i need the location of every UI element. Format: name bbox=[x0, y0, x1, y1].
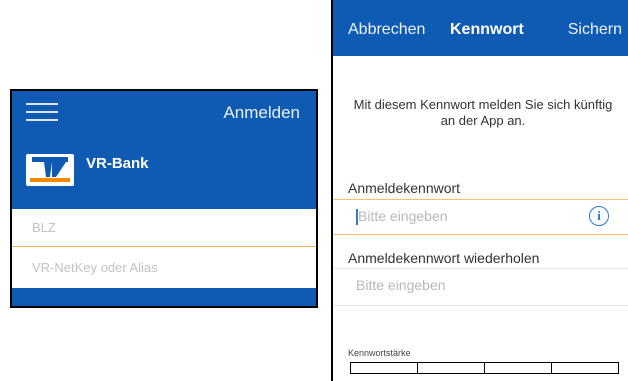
strength-segment bbox=[485, 363, 552, 373]
strength-segment bbox=[418, 363, 485, 373]
password-repeat-input[interactable] bbox=[356, 277, 566, 293]
login-screen: Anmelden VR-Bank BLZ VR-NetKey oder Alia… bbox=[10, 89, 318, 308]
password-field[interactable]: i bbox=[333, 199, 628, 235]
password-strength-label: Kennwortstärke bbox=[348, 348, 411, 358]
login-footer-bar bbox=[12, 288, 316, 306]
login-header: Anmelden VR-Bank bbox=[12, 91, 316, 209]
password-repeat-label: Anmeldekennwort wiederholen bbox=[348, 250, 540, 266]
intro-text: Mit diesem Kennwort melden Sie sich künf… bbox=[353, 97, 613, 128]
password-strength-meter bbox=[350, 362, 619, 374]
cancel-button[interactable]: Abbrechen bbox=[348, 21, 425, 39]
bank-name: VR-Bank bbox=[86, 155, 149, 172]
vr-bank-logo bbox=[26, 154, 74, 186]
page-title: Kennwort bbox=[450, 21, 524, 38]
blz-input[interactable]: BLZ bbox=[12, 209, 316, 247]
password-label: Anmeldekennwort bbox=[348, 180, 461, 196]
strength-segment bbox=[351, 363, 418, 373]
save-button[interactable]: Sichern bbox=[568, 21, 622, 39]
password-repeat-field[interactable] bbox=[333, 268, 628, 306]
info-icon[interactable]: i bbox=[589, 206, 609, 226]
password-header: Abbrechen Kennwort Sichern bbox=[333, 0, 628, 56]
netkey-input[interactable]: VR-NetKey oder Alias bbox=[12, 248, 316, 287]
strength-segment bbox=[552, 363, 618, 373]
login-button[interactable]: Anmelden bbox=[223, 103, 300, 123]
password-input[interactable] bbox=[358, 208, 568, 224]
hamburger-menu-icon[interactable] bbox=[26, 103, 58, 123]
password-screen: Abbrechen Kennwort Sichern Mit diesem Ke… bbox=[331, 0, 628, 381]
